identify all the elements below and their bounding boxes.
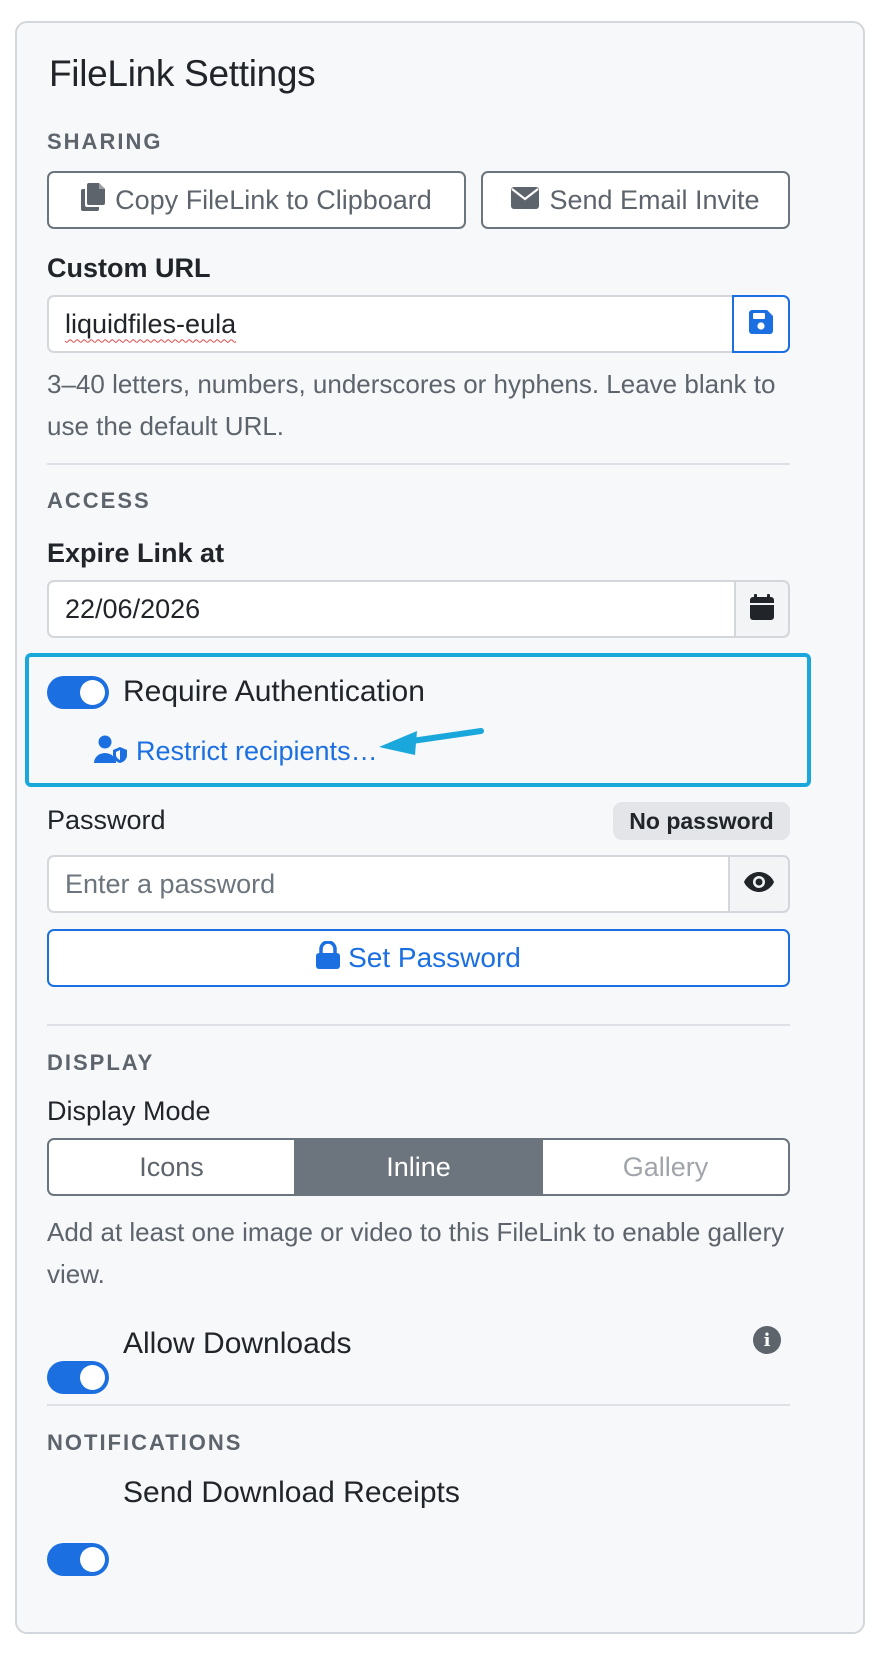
download-receipts-label: Send Download Receipts xyxy=(123,1476,460,1509)
divider xyxy=(47,463,790,465)
filelink-settings-panel: FileLink Settings SHARING Copy FileLink … xyxy=(15,21,865,1634)
display-mode-label: Display Mode xyxy=(47,1096,211,1126)
calendar-button[interactable] xyxy=(734,580,790,638)
custom-url-input[interactable]: liquidfiles-eula xyxy=(47,295,732,353)
display-section-label: DISPLAY xyxy=(47,1050,155,1075)
custom-url-label: Custom URL xyxy=(47,253,211,283)
expire-link-label: Expire Link at xyxy=(47,538,225,568)
eye-icon xyxy=(743,871,775,898)
password-status-badge: No password xyxy=(613,802,790,840)
expire-date-input[interactable]: 22/06/2026 xyxy=(47,580,734,638)
copy-filelink-button[interactable]: Copy FileLink to Clipboard xyxy=(47,171,466,229)
divider xyxy=(47,1404,790,1406)
custom-url-group: liquidfiles-eula xyxy=(47,295,790,353)
require-auth-toggle[interactable] xyxy=(47,676,109,709)
copy-icon xyxy=(81,182,106,218)
restrict-recipients-link[interactable]: Restrict recipients… xyxy=(94,735,378,768)
password-group: Enter a password xyxy=(47,855,790,913)
display-mode-selector: Icons Inline Gallery xyxy=(47,1138,790,1196)
require-auth-label: Require Authentication xyxy=(123,675,425,708)
allow-downloads-label: Allow Downloads xyxy=(123,1327,352,1360)
calendar-icon xyxy=(750,593,774,625)
custom-url-value: liquidfiles-eula xyxy=(65,308,237,339)
password-placeholder: Enter a password xyxy=(65,868,276,899)
custom-url-help: 3–40 letters, numbers, underscores or hy… xyxy=(47,369,776,441)
copy-filelink-label: Copy FileLink to Clipboard xyxy=(115,184,432,215)
expire-date-group: 22/06/2026 xyxy=(47,580,790,638)
user-shield-icon xyxy=(94,735,128,768)
divider xyxy=(47,1024,790,1026)
notifications-section-label: NOTIFICATIONS xyxy=(47,1430,243,1455)
show-password-button[interactable] xyxy=(728,855,790,913)
allow-downloads-toggle[interactable] xyxy=(47,1361,109,1394)
send-email-invite-label: Send Email Invite xyxy=(549,184,760,215)
access-section-label: ACCESS xyxy=(47,488,151,513)
password-input[interactable]: Enter a password xyxy=(47,855,728,913)
save-url-button[interactable] xyxy=(732,295,790,353)
set-password-label: Set Password xyxy=(348,942,521,973)
expire-date-value: 22/06/2026 xyxy=(65,593,201,624)
password-label: Password xyxy=(47,805,166,835)
download-receipts-toggle[interactable] xyxy=(47,1543,109,1576)
display-mode-gallery[interactable]: Gallery xyxy=(543,1140,788,1194)
arrow-icon xyxy=(375,723,485,764)
gallery-help: Add at least one image or video to this … xyxy=(47,1217,785,1289)
panel-title: FileLink Settings xyxy=(49,53,316,94)
info-icon[interactable]: i xyxy=(753,1326,781,1354)
display-mode-icons[interactable]: Icons xyxy=(49,1140,296,1194)
display-mode-inline[interactable]: Inline xyxy=(296,1140,543,1194)
set-password-button[interactable]: Set Password xyxy=(47,929,790,987)
save-icon xyxy=(749,309,773,339)
restrict-recipients-label: Restrict recipients… xyxy=(136,736,378,766)
sharing-section-label: SHARING xyxy=(47,129,163,154)
send-email-invite-button[interactable]: Send Email Invite xyxy=(481,171,790,229)
envelope-icon xyxy=(511,185,540,216)
lock-icon xyxy=(316,939,341,976)
